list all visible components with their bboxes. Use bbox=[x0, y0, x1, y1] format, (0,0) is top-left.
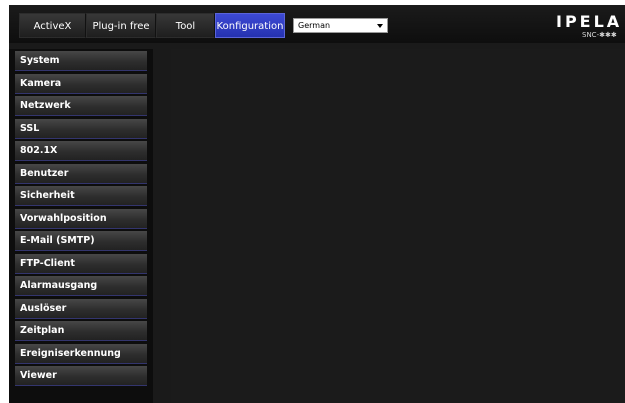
top-bar: ActiveX Plug-in free Tool Konfiguration … bbox=[9, 5, 625, 43]
sidebar-item-ausloeser[interactable]: Auslöser bbox=[15, 299, 147, 319]
sidebar-item-benutzer[interactable]: Benutzer bbox=[15, 164, 147, 184]
sidebar-item-email-smtp[interactable]: E-Mail (SMTP) bbox=[15, 231, 147, 251]
sidebar-item-netzwerk[interactable]: Netzwerk bbox=[15, 96, 147, 116]
sidebar-item-8021x[interactable]: 802.1X bbox=[15, 141, 147, 161]
tab-konfiguration[interactable]: Konfiguration bbox=[215, 13, 285, 38]
sidebar-item-vorwahlposition[interactable]: Vorwahlposition bbox=[15, 209, 147, 229]
ipela-logo: IPELA bbox=[556, 12, 623, 31]
sidebar-item-ftp-client[interactable]: FTP-Client bbox=[15, 254, 147, 274]
chevron-down-icon bbox=[377, 24, 383, 28]
sidebar-item-sicherheit[interactable]: Sicherheit bbox=[15, 186, 147, 206]
sidebar-item-ssl[interactable]: SSL bbox=[15, 119, 147, 139]
tab-plugin-free[interactable]: Plug-in free bbox=[86, 13, 156, 38]
model-label: SNC-✱✱✱ bbox=[582, 31, 617, 39]
sidebar-menu: System Kamera Netzwerk SSL 802.1X Benutz… bbox=[9, 49, 153, 403]
language-select-value: German bbox=[298, 21, 331, 30]
mode-tabs: ActiveX Plug-in free Tool Konfiguration bbox=[19, 13, 285, 38]
language-select[interactable]: German bbox=[293, 18, 388, 33]
sidebar-item-system[interactable]: System bbox=[15, 51, 147, 71]
main-content-area bbox=[171, 49, 625, 403]
sidebar-item-zeitplan[interactable]: Zeitplan bbox=[15, 321, 147, 341]
sidebar-item-viewer[interactable]: Viewer bbox=[15, 366, 147, 386]
sidebar-item-ereigniserkennung[interactable]: Ereigniserkennung bbox=[15, 344, 147, 364]
app-frame: ActiveX Plug-in free Tool Konfiguration … bbox=[9, 5, 625, 403]
sidebar-item-alarmausgang[interactable]: Alarmausgang bbox=[15, 276, 147, 296]
sidebar-item-kamera[interactable]: Kamera bbox=[15, 74, 147, 94]
tab-activex[interactable]: ActiveX bbox=[19, 13, 86, 38]
tab-tool[interactable]: Tool bbox=[156, 13, 215, 38]
